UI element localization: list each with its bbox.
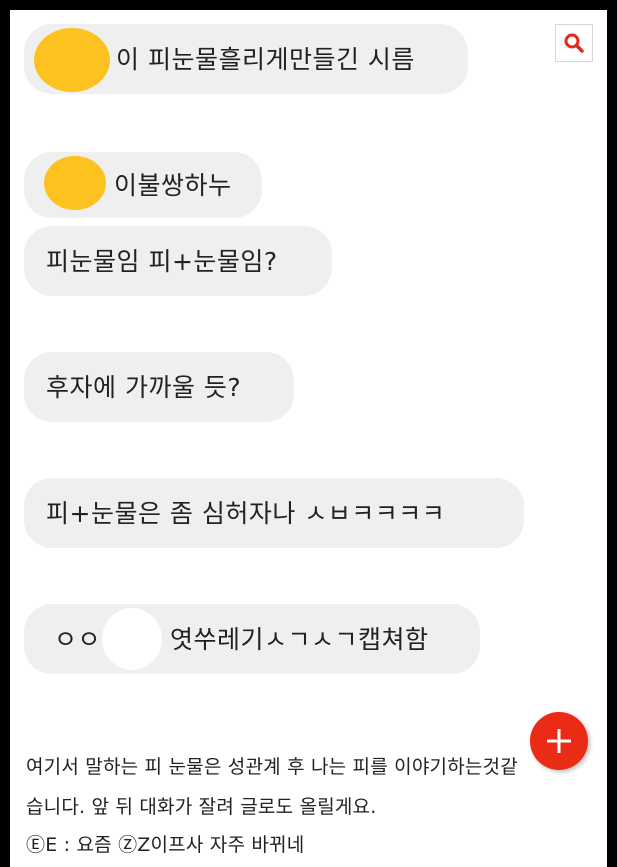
search-button[interactable] xyxy=(555,24,593,62)
message-text: 후자에 가까울 듯? xyxy=(46,372,242,402)
screenshot-frame: 이 피눈물흘리게만들긴 시름 이불쌍하누 피눈물임 피+눈물임? 후자에 가까울… xyxy=(10,10,607,867)
message-text: 이불쌍하누 xyxy=(114,170,232,200)
message-text-right: 엿쑤레기ㅅㄱㅅㄱ캡쳐함 xyxy=(170,624,429,654)
message-text-left: ㅇㅇ xyxy=(54,624,102,654)
caption-line: ⒺE : 요즘 ⓏZ이프사 자주 바뀌네 xyxy=(26,834,305,856)
caption-line: 습니다. 앞 뒤 대화가 잘려 글로도 올릴게요. xyxy=(26,796,377,818)
chat-bubble: ㅇㅇ 엿쑤레기ㅅㄱㅅㄱ캡쳐함 xyxy=(24,604,480,674)
chat-bubble: 피눈물임 피+눈물임? xyxy=(24,226,332,296)
message-text: 피눈물임 피+눈물임? xyxy=(46,246,278,276)
chat-bubble: 피+눈물은 좀 심허자나 ㅅㅂㅋㅋㅋㅋ xyxy=(24,478,524,548)
censor-mark xyxy=(102,608,162,670)
caption-line: 여기서 말하는 피 눈물은 성관계 후 나는 피를 이야기하는것같 xyxy=(26,756,518,778)
censor-mark xyxy=(34,28,110,92)
plus-icon xyxy=(547,729,571,753)
message-text: 이 피눈물흘리게만들긴 시름 xyxy=(116,44,415,74)
censor-mark xyxy=(44,156,106,210)
chat-bubble: 후자에 가까울 듯? xyxy=(24,352,294,422)
add-button[interactable] xyxy=(530,712,588,770)
message-text: 피+눈물은 좀 심허자나 ㅅㅂㅋㅋㅋㅋ xyxy=(46,498,446,528)
search-icon xyxy=(564,33,584,53)
